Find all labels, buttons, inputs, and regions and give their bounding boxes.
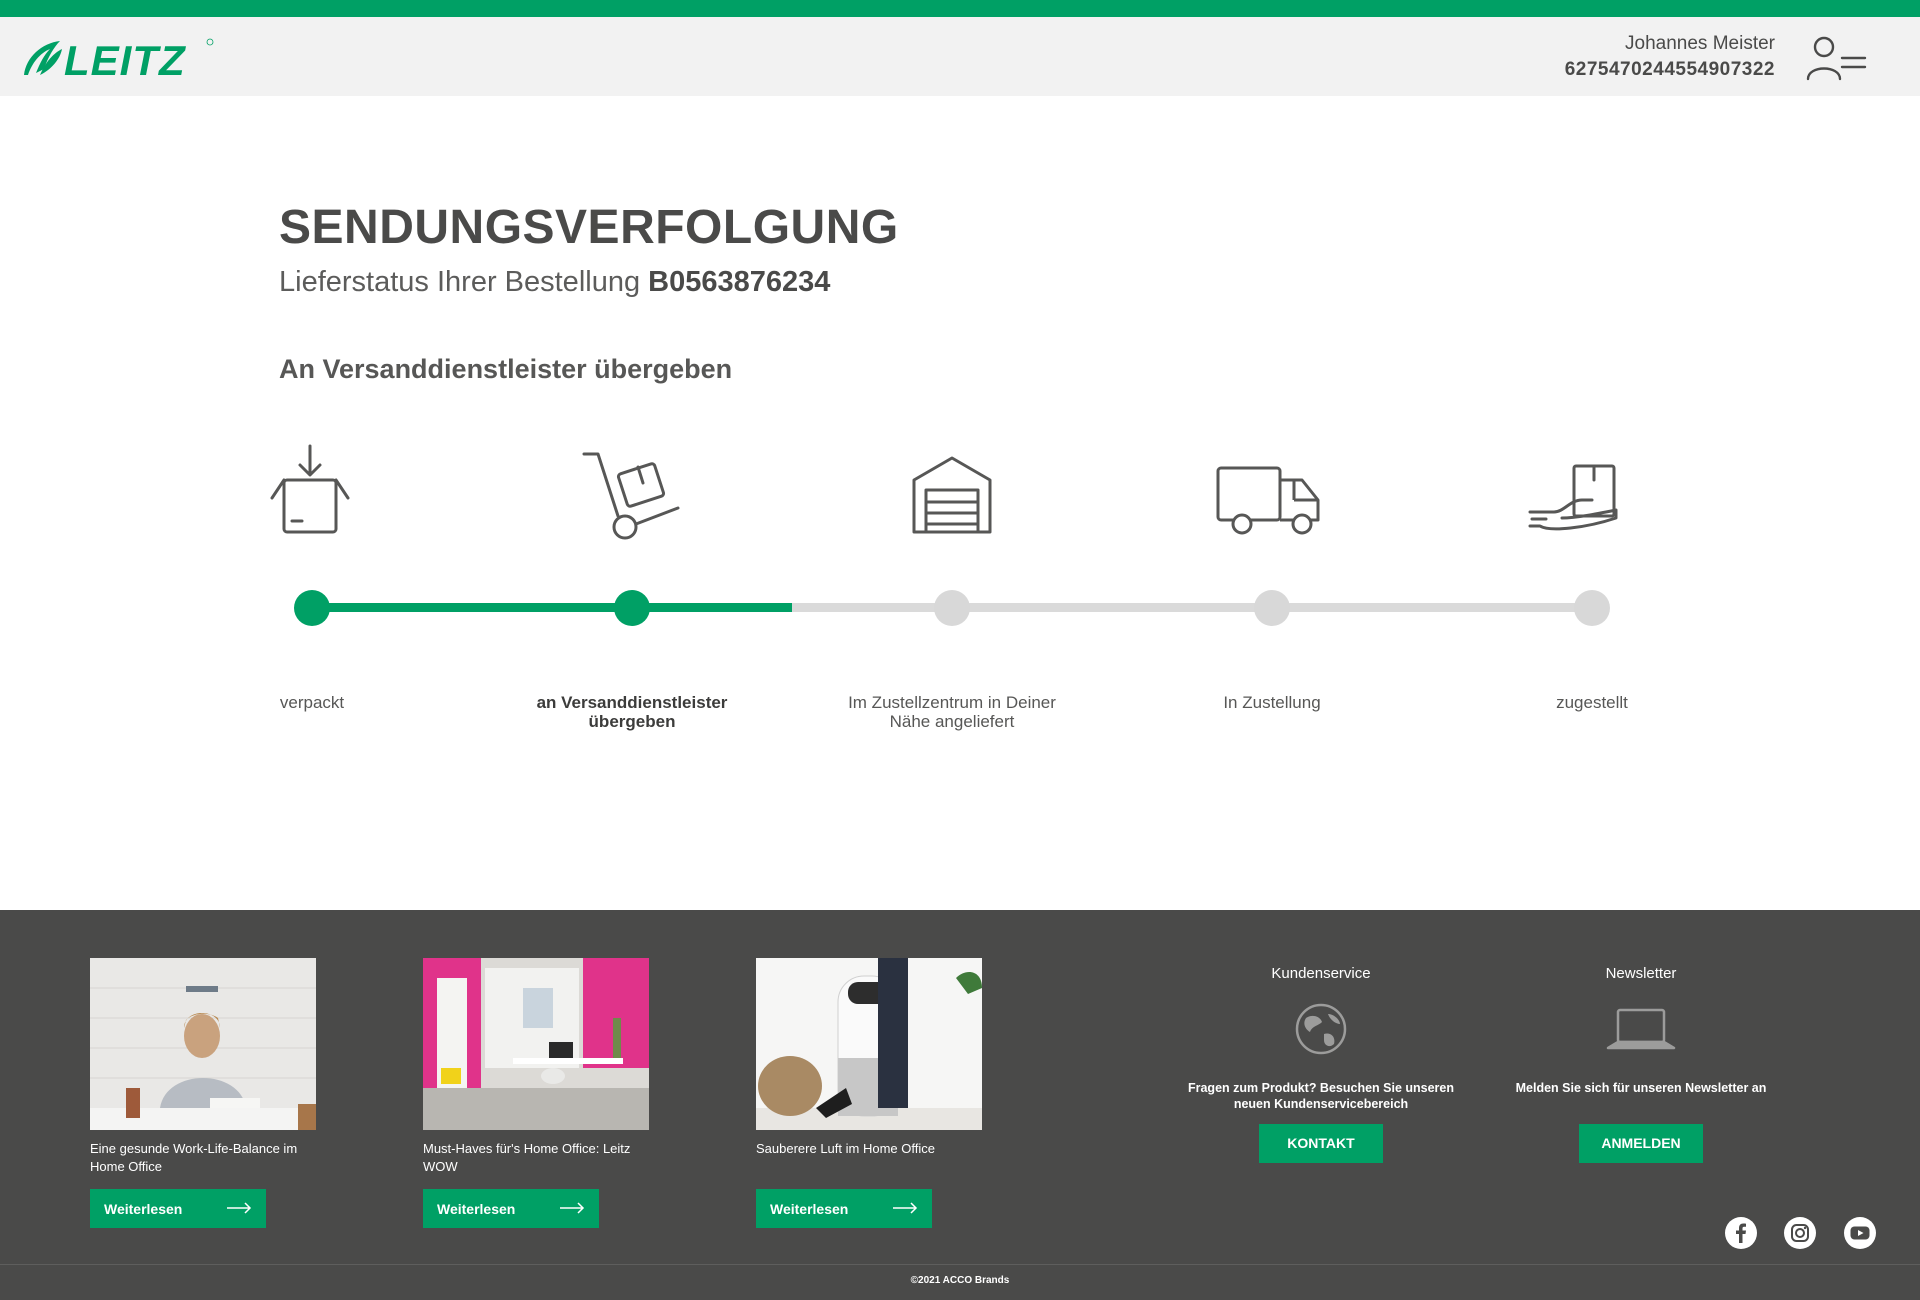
youtube-icon[interactable] <box>1844 1217 1876 1249</box>
box-in-icon <box>260 440 360 540</box>
subtitle-prefix: Lieferstatus Ihrer Bestellung <box>279 266 649 298</box>
step-dot-delivery-center <box>934 590 970 626</box>
article-title: Sauberere Luft im Home Office <box>756 1141 935 1156</box>
read-more-button[interactable]: Weiterlesen <box>756 1189 932 1228</box>
step-label-delivered: zugestellt <box>1556 693 1628 712</box>
instagram-icon[interactable] <box>1784 1217 1816 1249</box>
arrow-right-icon <box>559 1201 585 1217</box>
article-card: Eine gesunde Work-Life-Balance im Home O… <box>90 958 316 1228</box>
newsletter-block: Newsletter Melden Sie sich für unseren N… <box>1501 965 1781 1163</box>
article-title: Must-Haves für's Home Office: Leitz WOW <box>423 1141 631 1174</box>
user-name: Johannes Meister <box>1625 33 1775 54</box>
site-footer: Eine gesunde Work-Life-Balance im Home O… <box>0 910 1920 1300</box>
globe-icon <box>1286 1002 1356 1056</box>
read-more-label: Weiterlesen <box>104 1200 183 1217</box>
customer-service-text: Fragen zum Produkt? Besuchen Sie unseren… <box>1187 1081 1455 1111</box>
article-card: Must-Haves für's Home Office: Leitz WOW … <box>423 958 649 1228</box>
newsletter-text: Melden Sie sich für unseren Newsletter a… <box>1515 1081 1767 1095</box>
article-image[interactable] <box>756 958 982 1130</box>
progress-fill <box>312 603 792 612</box>
copyright: ©2021 ACCO Brands <box>910 1275 1010 1286</box>
top-accent-bar <box>0 0 1920 17</box>
read-more-label: Weiterlesen <box>770 1200 849 1217</box>
article-title: Eine gesunde Work-Life-Balance im Home O… <box>90 1141 298 1174</box>
step-dot-packed <box>294 590 330 626</box>
read-more-button[interactable]: Weiterlesen <box>90 1189 266 1228</box>
site-header: LEITZ Johannes Meister 62754702445549073… <box>0 17 1920 96</box>
warehouse-icon <box>902 440 1002 540</box>
contact-button[interactable]: KONTAKT <box>1259 1124 1383 1163</box>
user-menu-icon[interactable] <box>1802 33 1872 85</box>
step-label-in-delivery: In Zustellung <box>1223 693 1321 712</box>
page-title: SENDUNGSVERFOLGUNG <box>279 201 899 254</box>
leitz-logo[interactable]: LEITZ <box>22 35 222 84</box>
current-status-heading: An Versanddienstleister übergeben <box>279 354 733 384</box>
arrow-right-icon <box>226 1201 252 1217</box>
order-subtitle: Lieferstatus Ihrer Bestellung B056387623… <box>279 266 830 299</box>
customer-number: 6275470244554907322 <box>1564 59 1775 80</box>
truck-icon <box>1212 440 1326 540</box>
step-dot-handed-over <box>614 590 650 626</box>
laptop-icon <box>1606 1002 1676 1056</box>
article-image[interactable] <box>423 958 649 1130</box>
customer-service-block: Kundenservice Fragen zum Produkt? Besuch… <box>1181 965 1461 1163</box>
step-dot-delivered <box>1574 590 1610 626</box>
article-card: Sauberere Luft im Home Office Weiterlese… <box>756 958 982 1228</box>
hand-truck-icon <box>580 440 680 540</box>
footer-divider <box>0 1264 1920 1265</box>
order-number: B0563876234 <box>648 266 831 298</box>
svg-text:LEITZ: LEITZ <box>64 37 186 81</box>
step-label-handed-over: an Versanddienstleister übergeben <box>536 693 728 731</box>
subscribe-button[interactable]: ANMELDEN <box>1579 1124 1703 1163</box>
read-more-button[interactable]: Weiterlesen <box>423 1189 599 1228</box>
facebook-icon[interactable] <box>1725 1217 1757 1249</box>
newsletter-title: Newsletter <box>1605 965 1677 982</box>
arrow-right-icon <box>892 1201 918 1217</box>
customer-service-title: Kundenservice <box>1271 965 1371 982</box>
read-more-label: Weiterlesen <box>437 1200 516 1217</box>
step-label-delivery-center: Im Zustellzentrum in Deiner Nähe angelie… <box>848 693 1056 731</box>
step-label-packed: verpackt <box>279 693 345 712</box>
step-dot-in-delivery <box>1254 590 1290 626</box>
hand-package-icon <box>1526 440 1626 540</box>
article-image[interactable] <box>90 958 316 1130</box>
